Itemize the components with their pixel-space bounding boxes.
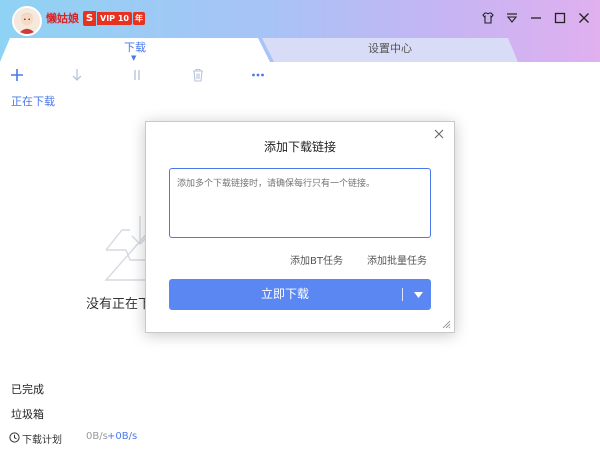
tab-active-indicator-icon: ▼ <box>131 54 137 62</box>
download-plan-button[interactable]: 下载计划 <box>22 431 62 446</box>
maximize-icon[interactable] <box>552 10 568 26</box>
vip-level: VIP 10 <box>97 12 132 25</box>
tab-settings-label: 设置中心 <box>368 42 412 55</box>
link-input[interactable] <box>169 168 431 238</box>
toolbar <box>0 62 600 88</box>
vip-letter: S <box>83 11 96 26</box>
download-speed: 0B/s <box>86 431 108 442</box>
close-icon[interactable] <box>576 10 592 26</box>
tab-settings[interactable]: 设置中心 <box>262 38 518 62</box>
vip-year: 年 <box>132 12 145 25</box>
resize-grip-icon[interactable] <box>441 319 451 329</box>
skin-icon[interactable] <box>480 10 496 26</box>
avatar[interactable] <box>12 6 42 36</box>
close-icon[interactable] <box>434 128 446 140</box>
upload-speed: +0B/s <box>107 431 138 442</box>
menu-icon[interactable] <box>504 10 520 26</box>
sidebar-item-completed[interactable]: 已完成 <box>11 381 44 397</box>
add-bt-task-link[interactable]: 添加BT任务 <box>290 252 343 267</box>
button-divider <box>402 288 403 301</box>
sidebar-item-trash[interactable]: 垃圾箱 <box>11 406 44 422</box>
add-icon[interactable] <box>8 67 26 83</box>
dialog-title: 添加下载链接 <box>263 140 336 154</box>
minimize-icon[interactable] <box>528 10 544 26</box>
empty-state-text: 没有正在下载的任务 <box>86 297 148 312</box>
chevron-down-icon[interactable] <box>405 279 431 310</box>
tab-download-label: 下载 <box>124 41 146 54</box>
window-controls <box>480 10 592 26</box>
vip-badge[interactable]: S VIP 10 年 <box>83 11 145 26</box>
username[interactable]: 懒姑娘 <box>46 12 79 26</box>
pause-icon[interactable] <box>128 67 146 83</box>
delete-icon[interactable] <box>189 67 207 83</box>
download-now-label: 立即下载 <box>260 287 309 301</box>
download-arrow-icon[interactable] <box>68 67 86 83</box>
add-batch-task-link[interactable]: 添加批量任务 <box>367 252 427 267</box>
add-link-dialog: 添加下载链接 添加BT任务 添加批量任务 立即下载 <box>145 121 455 333</box>
more-icon[interactable] <box>249 67 267 83</box>
status-bar: 下载计划 0B/s +0B/s <box>0 428 600 450</box>
clock-icon[interactable] <box>9 432 20 443</box>
sidebar-item-downloading[interactable]: 正在下载 <box>11 93 55 109</box>
title-bar: 懒姑娘 S VIP 10 年 设置中心 下载 ▼ <box>0 0 600 62</box>
download-now-button[interactable]: 立即下载 <box>169 279 431 310</box>
tab-download[interactable]: 下载 ▼ <box>0 38 270 62</box>
avatar-image <box>14 8 40 34</box>
